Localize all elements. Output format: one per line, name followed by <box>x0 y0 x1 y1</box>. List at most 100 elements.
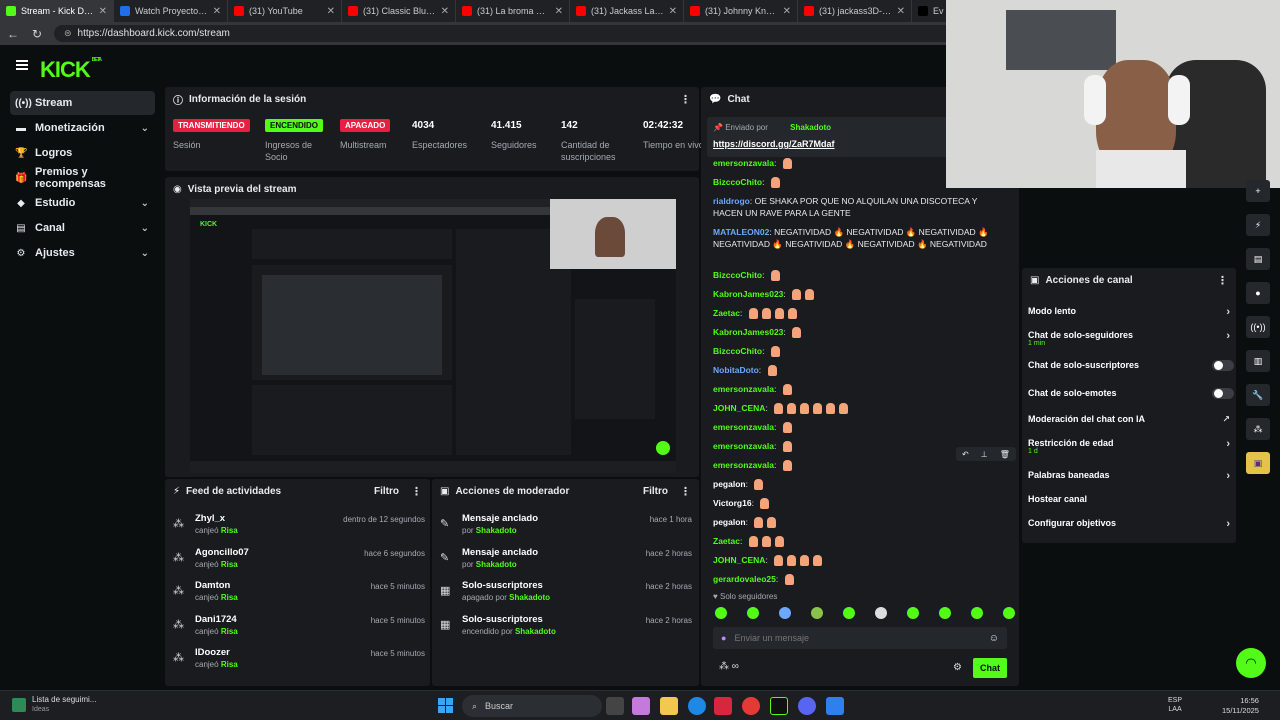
chrome-icon[interactable] <box>742 697 760 715</box>
toggle-switch[interactable] <box>1212 360 1234 371</box>
chat-message[interactable]: BizccoChito: <box>713 269 1003 282</box>
feed-row[interactable]: ⁂ Agoncillo07 canjeó Risa hace 6 segundos <box>173 547 425 579</box>
close-tab-icon[interactable]: ✕ <box>213 6 221 17</box>
quick-emote-icon[interactable] <box>907 607 919 619</box>
app-icon-blue[interactable] <box>826 697 844 715</box>
file-explorer-icon[interactable] <box>660 697 678 715</box>
close-tab-icon[interactable]: ✕ <box>99 6 107 17</box>
task-view-icon[interactable] <box>606 697 624 715</box>
quick-emote-icon[interactable] <box>715 607 727 619</box>
close-tab-icon[interactable]: ✕ <box>669 6 677 17</box>
browser-tab[interactable]: Watch Proyecto sin tít ✕ <box>114 0 228 22</box>
gift-icon[interactable]: ▣ <box>1246 452 1270 474</box>
chat-username[interactable]: KabronJames023 <box>713 289 783 299</box>
close-tab-icon[interactable]: ✕ <box>441 6 449 17</box>
sidebar-item-logros[interactable]: 🏆 Logros <box>10 141 155 165</box>
pin-message-icon[interactable]: ⊥ <box>981 450 988 459</box>
channel-action-4[interactable]: Moderación del chat con IA ↗ <box>1028 414 1230 424</box>
sidebar-item-canal[interactable]: ▤ Canal ⌄ <box>10 216 155 240</box>
send-chat-button[interactable]: Chat <box>973 658 1007 678</box>
feed-row[interactable]: ⁂ IDoozer canjeó Risa hace 5 minutos <box>173 647 425 679</box>
chat-username[interactable]: KabronJames023 <box>713 327 783 337</box>
plus-icon[interactable]: + <box>1246 180 1270 202</box>
chat-message[interactable]: JOHN_CENA: <box>713 402 1003 415</box>
people-icon[interactable]: ⁂ <box>1246 418 1270 440</box>
pinned-message[interactable]: 📌 Enviado por Shakadoto https://discord.… <box>707 117 951 157</box>
channel-action-3[interactable]: Chat de solo-emotes <box>1028 388 1234 399</box>
mod-row[interactable]: ▦ Solo-suscriptores encendido por Shakadot… <box>440 614 692 646</box>
edge-icon[interactable] <box>688 697 706 715</box>
copilot-icon[interactable] <box>632 697 650 715</box>
channel-action-8[interactable]: Configurar objetivos › <box>1028 518 1230 530</box>
chat-tools-icon[interactable]: ⁂ ∞ <box>719 661 739 672</box>
feed-more-icon[interactable]: ⋮ <box>411 485 422 498</box>
chat-message-field[interactable] <box>734 633 981 643</box>
url-field[interactable]: ⊜ https://dashboard.kick.com/stream <box>54 25 954 42</box>
site-info-icon[interactable]: ⊜ <box>64 28 72 39</box>
chat-message[interactable]: Zaetac: <box>713 535 1003 548</box>
browser-tab[interactable]: (31) Johnny Knoxville F ✕ <box>684 0 798 22</box>
browser-tab[interactable]: (31) Classic Blue Galax ✕ <box>342 0 456 22</box>
chat-message[interactable]: gerardovaleo25: <box>713 573 1003 586</box>
emoji-icon[interactable]: ☺ <box>989 633 999 644</box>
broadcast-icon[interactable]: ((•)) <box>1246 316 1270 338</box>
reload-icon[interactable]: ↻ <box>30 27 44 41</box>
toggle-switch[interactable] <box>1212 388 1234 399</box>
mod-filter-button[interactable]: Filtro <box>643 486 668 497</box>
feed-row[interactable]: ⁂ Zhyl_x canjeó Risa dentro de 12 segundos <box>173 513 425 545</box>
feed-row[interactable]: ⁂ Dani1724 canjeó Risa hace 5 minutos <box>173 614 425 646</box>
mod-row[interactable]: ✎ Mensaje anclado por Shakadoto hace 2 hora… <box>440 547 692 579</box>
chat-username[interactable]: JOHN_CENA <box>713 403 765 413</box>
chat-username[interactable]: BizccoChito <box>713 346 762 356</box>
chat-username[interactable]: emersonzavala <box>713 441 774 451</box>
more-icon[interactable]: ⋮ <box>680 93 691 106</box>
feed-user[interactable]: Dani1724 <box>195 614 237 625</box>
chat-username[interactable]: Victorg16 <box>713 498 752 508</box>
mic-icon[interactable]: ● <box>721 633 726 643</box>
sidebar-item-stream[interactable]: ((•)) Stream <box>10 91 155 115</box>
chat-username[interactable]: Zaetac <box>713 308 740 318</box>
chat-username[interactable]: NobitaDoto <box>713 365 759 375</box>
close-tab-icon[interactable]: ✕ <box>555 6 563 17</box>
quick-emote-icon[interactable] <box>971 607 983 619</box>
channel-action-5[interactable]: Restricción de edad 1 d › <box>1028 438 1230 455</box>
channel-action-0[interactable]: Modo lento › <box>1028 306 1230 318</box>
weather-icon[interactable] <box>12 698 26 712</box>
chat-username[interactable]: JOHN_CENA <box>713 555 765 565</box>
chat-username[interactable]: pegalon <box>713 479 746 489</box>
chat-message[interactable]: emersonzavala: <box>713 421 1003 434</box>
quick-emote-icon[interactable] <box>843 607 855 619</box>
windows-start-icon[interactable] <box>438 698 453 713</box>
feed-user[interactable]: IDoozer <box>195 647 230 658</box>
bolt-icon[interactable]: ⚡ <box>1246 214 1270 236</box>
discord-icon[interactable] <box>798 697 816 715</box>
chat-username[interactable]: BizccoChito <box>713 177 762 187</box>
menu-icon[interactable] <box>16 60 28 70</box>
browser-tab[interactable]: (31) La broma de la m ✕ <box>456 0 570 22</box>
chat-message[interactable]: BizccoChito: <box>713 345 1003 358</box>
channel-action-2[interactable]: Chat de solo-suscriptores <box>1028 360 1234 371</box>
chat-username[interactable]: gerardovaleo25 <box>713 574 776 584</box>
help-chat-button[interactable]: ◠ <box>1236 648 1266 678</box>
app-icon-red[interactable] <box>714 697 732 715</box>
stream-preview-video[interactable]: KICK <box>190 199 676 473</box>
document-icon[interactable]: ▤ <box>1246 248 1270 270</box>
mod-user[interactable]: Shakadoto <box>476 560 517 569</box>
browser-tab[interactable]: (31) jackass3D-Españo ✕ <box>798 0 912 22</box>
chat-username[interactable]: MATALEON02 <box>713 227 769 237</box>
wrench-icon[interactable]: 🔧 <box>1246 384 1270 406</box>
close-tab-icon[interactable]: ✕ <box>897 6 905 17</box>
chat-settings-icon[interactable]: ⚙ <box>953 662 962 673</box>
reply-icon[interactable]: ↶ <box>962 450 969 459</box>
kick-app-icon[interactable] <box>770 697 788 715</box>
channel-action-1[interactable]: Chat de solo-seguidores 1 min › <box>1028 330 1230 347</box>
browser-tab[interactable]: (31) YouTube ✕ <box>228 0 342 22</box>
quick-emote-icon[interactable] <box>939 607 951 619</box>
chat-message[interactable]: pegalon: <box>713 516 1003 529</box>
chat-message[interactable]: Victorg16: <box>713 497 1003 510</box>
mod-row[interactable]: ✎ Mensaje anclado por Shakadoto hace 1 hora <box>440 513 692 545</box>
taskbar-search[interactable]: ⌕ Buscar <box>462 695 602 717</box>
quick-emote-icon[interactable] <box>747 607 759 619</box>
chat-message[interactable]: JOHN_CENA: <box>713 554 1003 567</box>
chat-username[interactable]: emersonzavala <box>713 460 774 470</box>
